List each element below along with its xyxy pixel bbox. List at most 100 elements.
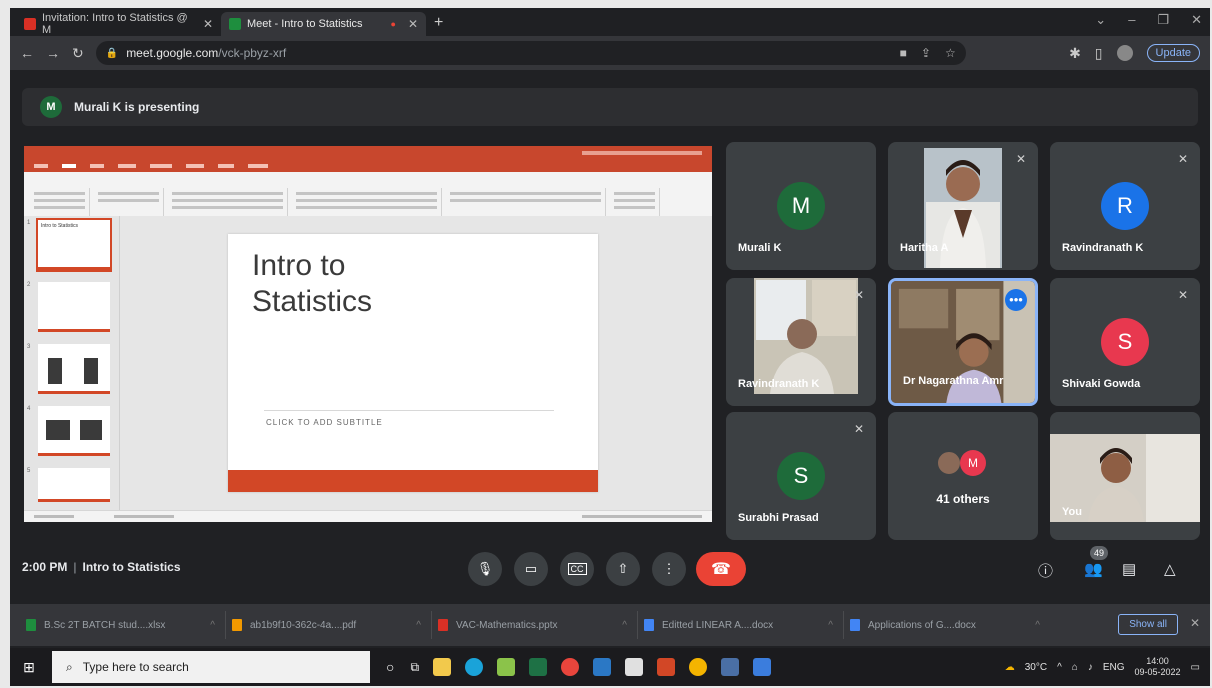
participant-tile[interactable]: ✕ Ravindranath K: [726, 278, 876, 406]
self-tile[interactable]: You: [1050, 412, 1200, 540]
reload-icon[interactable]: ↻: [72, 45, 84, 62]
clock[interactable]: 14:00 09-05-2022: [1135, 656, 1181, 678]
powerpoint-icon[interactable]: [657, 658, 676, 676]
share-icon[interactable]: ⇪: [921, 46, 931, 60]
participant-tile[interactable]: ✕ S Shivaki Gowda: [1050, 278, 1200, 406]
more-options-icon[interactable]: •••: [1005, 289, 1027, 311]
update-button[interactable]: Update: [1146, 44, 1200, 62]
camera-button[interactable]: ▭: [514, 552, 548, 586]
slide-subtitle-placeholder[interactable]: CLICK TO ADD SUBTITLE: [266, 418, 383, 427]
slide-thumbnails: 1 Intro to Statistics 2 3 4 5: [24, 216, 120, 510]
microphone-button[interactable]: 🎙: [468, 552, 502, 586]
weather-icon[interactable]: ☁: [1005, 662, 1015, 673]
meeting-details-icon[interactable]: ⓘ: [1038, 560, 1053, 581]
photos-icon[interactable]: [721, 658, 740, 676]
windows-taskbar: ⊞ ⌕ Type here to search ○ ⧉ ☁ 30°C ^ ⌂ ♪…: [10, 648, 1210, 686]
browser-tab-meet[interactable]: Meet - Intro to Statistics ● ✕: [221, 12, 426, 36]
present-button[interactable]: ⇧: [606, 552, 640, 586]
download-item[interactable]: Editted LINEAR A....docx ^: [638, 611, 844, 639]
app-icon[interactable]: [753, 658, 772, 676]
chevron-up-icon[interactable]: ^: [622, 620, 627, 631]
close-downloads-icon[interactable]: ✕: [1190, 616, 1200, 630]
minimize-icon[interactable]: –: [1128, 12, 1135, 28]
leave-call-button[interactable]: ☎: [696, 552, 746, 586]
people-icon[interactable]: 👥: [1084, 560, 1103, 578]
meet-icon: [229, 18, 241, 30]
excel-icon[interactable]: [529, 658, 548, 676]
chevron-up-icon[interactable]: ^: [1035, 620, 1040, 631]
download-item[interactable]: Applications of G....docx ^: [844, 611, 1050, 639]
participant-name: Ravindranath K: [738, 378, 820, 390]
download-item[interactable]: B.Sc 2T BATCH stud....xlsx ^: [20, 611, 226, 639]
tray-chevron-icon[interactable]: ^: [1057, 662, 1062, 673]
notifications-icon[interactable]: ▭: [1191, 662, 1200, 673]
side-panel-icon[interactable]: ▯: [1095, 45, 1103, 62]
slide-title[interactable]: Intro to Statistics: [252, 248, 372, 320]
slide-thumbnail[interactable]: Intro to Statistics: [36, 218, 112, 272]
volume-icon[interactable]: ♪: [1088, 662, 1093, 673]
extensions-icon[interactable]: ✱: [1069, 45, 1081, 62]
chevron-up-icon[interactable]: ^: [828, 620, 833, 631]
self-video: [1050, 434, 1200, 522]
meeting-title: Intro to Statistics: [82, 560, 181, 574]
participant-name: Surabhi Prasad: [738, 512, 819, 524]
download-item[interactable]: ab1b9f10-362c-4a....pdf ^: [226, 611, 432, 639]
edge-icon[interactable]: [465, 658, 484, 676]
meeting-controls: 2:00 PM | Intro to Statistics 🎙 ▭ CC ⇧ ⋮ ☎…: [10, 538, 1210, 598]
new-tab-button[interactable]: +: [434, 12, 443, 36]
mail-icon[interactable]: [593, 658, 612, 676]
slide-thumbnail[interactable]: [38, 406, 110, 456]
recording-dot-icon: ●: [390, 19, 396, 29]
activities-icon[interactable]: △: [1164, 560, 1176, 578]
cortana-icon[interactable]: ○: [386, 659, 394, 675]
participant-avatar: S: [1101, 318, 1149, 366]
close-window-icon[interactable]: ✕: [1191, 12, 1202, 28]
camera-in-use-icon[interactable]: ■: [900, 46, 907, 60]
captions-button[interactable]: CC: [560, 552, 594, 586]
language-indicator[interactable]: ENG: [1103, 662, 1125, 673]
chrome-icon[interactable]: [561, 658, 580, 676]
url-input[interactable]: 🔒 meet.google.com/vck-pbyz-xrf ■ ⇪ ☆: [95, 41, 966, 65]
camera-icon: ▭: [524, 561, 538, 576]
back-icon[interactable]: ←: [20, 45, 34, 61]
search-icon: ⌕: [66, 659, 73, 674]
participant-name: Murali K: [738, 242, 782, 254]
microphone-icon: 🎙: [476, 561, 494, 576]
windows-start-icon[interactable]: ⊞: [14, 648, 44, 686]
chrome-icon[interactable]: [689, 658, 708, 676]
window-controls: ⌄ – ❐ ✕: [1095, 12, 1202, 28]
bookmark-star-icon[interactable]: ☆: [945, 46, 956, 60]
participant-tile[interactable]: M Murali K: [726, 142, 876, 270]
chat-icon[interactable]: ▤: [1122, 560, 1136, 578]
download-item[interactable]: VAC-Mathematics.pptx ^: [432, 611, 638, 639]
chevron-up-icon[interactable]: ^: [416, 620, 421, 631]
file-explorer-icon[interactable]: [433, 658, 452, 676]
app-icon[interactable]: [625, 658, 644, 676]
muted-mic-icon: ✕: [1177, 288, 1188, 302]
more-options-button[interactable]: ⋮: [652, 552, 686, 586]
close-icon[interactable]: ✕: [203, 17, 213, 31]
taskbar-search-input[interactable]: ⌕ Type here to search: [52, 651, 370, 683]
participant-tile-speaking[interactable]: ••• Dr Nagarathna Amr: [888, 278, 1038, 406]
close-icon[interactable]: ✕: [408, 17, 418, 31]
profile-avatar[interactable]: [1116, 45, 1133, 61]
app-icon[interactable]: [497, 658, 516, 676]
forward-icon[interactable]: →: [46, 45, 60, 61]
slide-thumbnail[interactable]: [38, 468, 110, 502]
browser-tab-invitation[interactable]: Invitation: Intro to Statistics @ M ✕: [16, 12, 221, 36]
slide-thumbnail[interactable]: [38, 344, 110, 394]
tab-search-icon[interactable]: ⌄: [1095, 12, 1106, 28]
participant-tile[interactable]: ✕ S Surabhi Prasad: [726, 412, 876, 540]
presenting-banner: M Murali K is presenting: [22, 88, 1198, 126]
chevron-up-icon[interactable]: ^: [210, 620, 215, 631]
participant-tile[interactable]: ✕ R Ravindranath K: [1050, 142, 1200, 270]
restore-icon[interactable]: ❐: [1157, 12, 1169, 28]
task-view-icon[interactable]: ⧉: [410, 660, 419, 675]
slide-thumbnail[interactable]: [38, 282, 110, 332]
network-icon[interactable]: ⌂: [1072, 662, 1078, 673]
weather-temp[interactable]: 30°C: [1025, 662, 1047, 673]
show-all-button[interactable]: Show all: [1118, 614, 1178, 635]
presentation-screen: 1 Intro to Statistics 2 3 4 5 Intro to S…: [24, 146, 712, 522]
others-tile[interactable]: M 41 others: [888, 412, 1038, 540]
participant-tile[interactable]: ✕ Haritha A: [888, 142, 1038, 270]
